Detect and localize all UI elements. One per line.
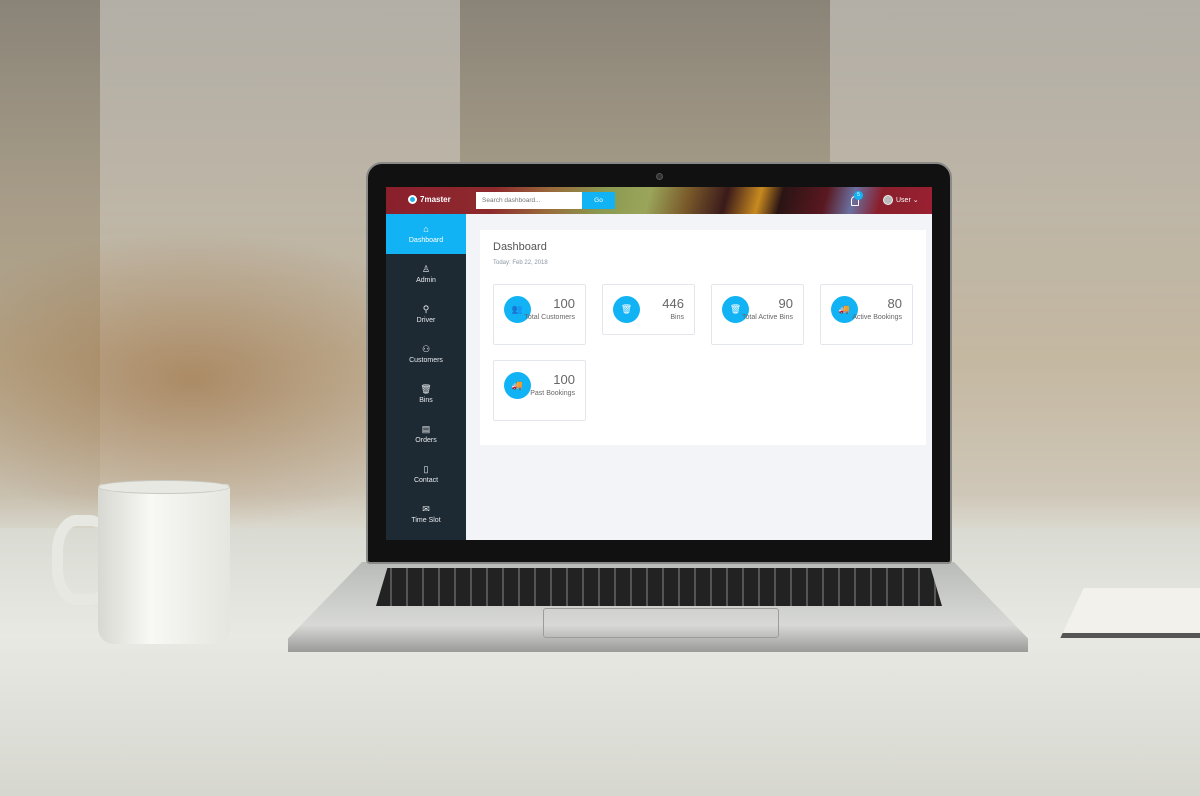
brand-logo[interactable]: 7master	[408, 195, 451, 204]
stat-label: Total Active Bins	[742, 314, 793, 321]
mug-rim	[98, 480, 230, 494]
webcam	[656, 173, 663, 180]
stat-card[interactable]: 🗑 90 Total Active Bins	[711, 284, 804, 345]
sidebar-item-time-slot[interactable]: ✉ Time Slot	[386, 494, 466, 534]
sidebar-item-label: Admin	[416, 276, 436, 284]
laptop-screen: 7master Go 5 User ⌄ ⌂ Dashboard ♙ Admin ⚲ Dri…	[386, 187, 932, 540]
stat-label: Total Customers	[524, 314, 575, 321]
bins-icon: 🗑	[420, 383, 432, 394]
dashboard-icon: ⌂	[423, 223, 429, 234]
date-label: Today: Feb 22, 2018	[493, 260, 548, 266]
admin-icon: ♙	[421, 263, 431, 274]
sidebar-item-label: Bins	[419, 396, 433, 404]
sidebar-item-label: Dashboard	[408, 236, 444, 244]
notification-badge: 5	[854, 191, 863, 200]
contact-icon: ▯	[423, 463, 429, 474]
sidebar-item-label: Customers	[409, 356, 443, 364]
brand-name: 7master	[420, 195, 451, 204]
stat-label: Active Bookings	[852, 314, 902, 321]
stat-card[interactable]: 👥 100 Total Customers	[493, 284, 586, 345]
sidebar-item-contact[interactable]: ▯ Contact	[386, 454, 466, 494]
customers-icon: ⚇	[421, 343, 431, 354]
sidebar-item-bins[interactable]: 🗑 Bins	[386, 374, 466, 414]
stat-card[interactable]: 🗑 446 Bins	[602, 284, 695, 335]
go-button[interactable]: Go	[582, 192, 615, 209]
keyboard	[376, 568, 942, 606]
sidebar-item-driver[interactable]: ⚲ Driver	[386, 294, 466, 334]
notebook	[1060, 588, 1200, 638]
driver-icon: ⚲	[422, 303, 430, 314]
stat-label: Bins	[670, 314, 684, 321]
search-input[interactable]	[476, 192, 582, 209]
stat-value: 80	[887, 296, 902, 311]
stat-value: 90	[778, 296, 793, 311]
mug	[98, 484, 230, 644]
sidebar-item-label: Orders	[415, 436, 437, 444]
stat-value: 100	[553, 296, 575, 311]
sidebar-item-label: Driver	[416, 316, 436, 324]
page-title: Dashboard	[493, 241, 547, 253]
stat-card[interactable]: 🚚 100 Past Bookings	[493, 360, 586, 421]
time-slot-icon: ✉	[422, 503, 430, 514]
orders-icon: ▤	[421, 423, 431, 434]
user-label: User ⌄	[896, 197, 919, 204]
stat-value: 100	[553, 372, 575, 387]
sidebar: ⌂ Dashboard ♙ Admin ⚲ Driver ⚇ Customers 🗑 Bins ▤ O…	[386, 214, 466, 540]
sidebar-item-customers[interactable]: ⚇ Customers	[386, 334, 466, 374]
sidebar-item-label: Contact	[413, 476, 439, 484]
avatar	[883, 195, 893, 205]
dashboard-card: Dashboard Today: Feb 22, 2018 👥 100 Total …	[480, 230, 926, 445]
stat-value: 446	[662, 296, 684, 311]
trackpad	[543, 608, 779, 638]
top-bar: 7master Go 5 User ⌄	[386, 187, 932, 214]
sidebar-item-admin[interactable]: ♙ Admin	[386, 254, 466, 294]
sidebar-item-dashboard[interactable]: ⌂ Dashboard	[386, 214, 466, 254]
user-menu[interactable]: User ⌄	[883, 195, 919, 205]
stat-label: Past Bookings	[530, 390, 575, 397]
stat-card[interactable]: 🚚 80 Active Bookings	[820, 284, 913, 345]
sidebar-item-orders[interactable]: ▤ Orders	[386, 414, 466, 454]
sidebar-item-label: Time Slot	[411, 516, 441, 524]
logo-icon	[408, 195, 417, 204]
